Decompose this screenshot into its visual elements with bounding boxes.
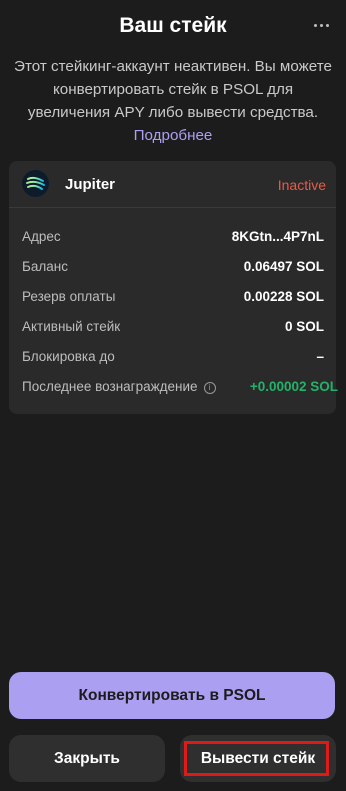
stake-card: Jupiter Inactive Адрес 8KGtn...4P7nL Бал… xyxy=(9,161,338,414)
withdraw-stake-button[interactable]: Вывести стейк xyxy=(180,735,336,782)
status-badge: Inactive xyxy=(277,177,326,193)
detail-value: 0.00228 SOL xyxy=(243,289,324,304)
detail-row-last-reward: Последнее вознаграждение i +0.00002 SOL xyxy=(22,373,338,403)
stake-details: Адрес 8KGtn...4P7nL Баланс 0.06497 SOL Р… xyxy=(22,223,338,403)
learn-more-link[interactable]: Подробнее xyxy=(134,127,213,144)
detail-row-active-stake: Активный стейк 0 SOL xyxy=(22,313,324,343)
detail-label: Активный стейк xyxy=(22,319,121,334)
detail-label: Адрес xyxy=(22,229,61,244)
detail-label: Последнее вознаграждение i xyxy=(22,379,216,394)
jupiter-logo xyxy=(22,170,49,197)
detail-label: Баланс xyxy=(22,259,68,274)
stake-card-header: Jupiter Inactive xyxy=(9,161,336,208)
detail-value: 8KGtn...4P7nL xyxy=(231,229,324,244)
detail-value: 0.06497 SOL xyxy=(243,259,324,274)
detail-label: Резерв оплаты xyxy=(22,289,116,304)
more-horizontal-icon[interactable] xyxy=(312,14,332,34)
header: Ваш стейк xyxy=(0,0,346,52)
detail-value: 0 SOL xyxy=(284,319,324,334)
detail-row-balance: Баланс 0.06497 SOL xyxy=(22,253,324,283)
info-icon[interactable]: i xyxy=(203,382,216,394)
detail-value: – xyxy=(316,349,324,364)
reward-value: +0.00002 SOL xyxy=(249,379,338,394)
detail-row-locked-until: Блокировка до – xyxy=(22,343,324,373)
convert-to-psol-button[interactable]: Конвертировать в PSOL xyxy=(9,672,335,719)
detail-label: Блокировка до xyxy=(22,349,115,364)
detail-row-reserve: Резерв оплаты 0.00228 SOL xyxy=(22,283,324,313)
notice-text: Этот стейкинг-аккаунт неактивен. Вы може… xyxy=(14,58,332,121)
detail-row-address: Адрес 8KGtn...4P7nL xyxy=(22,223,324,253)
close-button[interactable]: Закрыть xyxy=(9,735,165,782)
inactive-notice: Этот стейкинг-аккаунт неактивен. Вы може… xyxy=(14,55,332,147)
provider-name: Jupiter xyxy=(65,176,116,193)
detail-label-text: Последнее вознаграждение xyxy=(22,379,198,394)
page-title: Ваш стейк xyxy=(119,14,227,37)
